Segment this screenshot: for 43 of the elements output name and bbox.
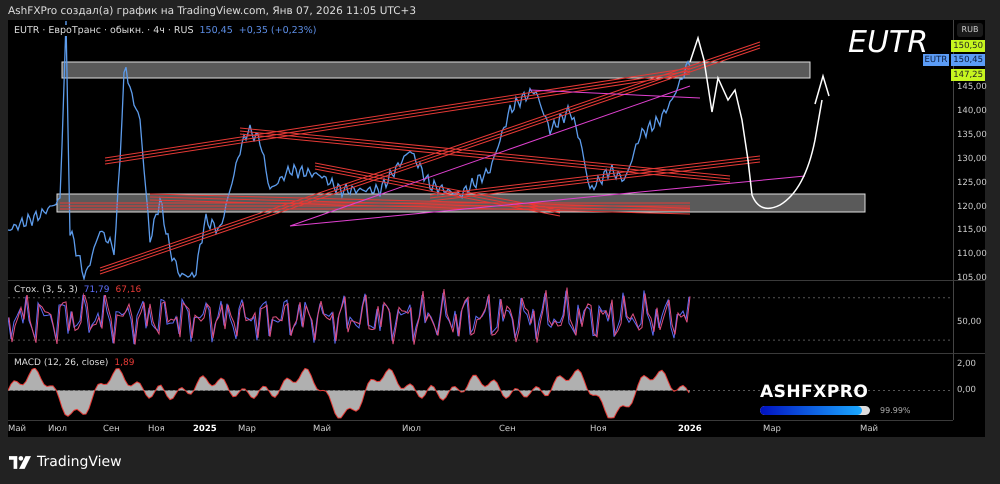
time-label: Мар	[763, 424, 781, 434]
last-price-label: 150,45	[951, 54, 985, 66]
price-level-label: 147,25	[951, 69, 985, 81]
price-tick: 120,00	[957, 202, 987, 212]
indicator-label: MACD (12, 26, close)	[14, 358, 108, 368]
price-tick: 145,00	[957, 82, 987, 92]
price-value: 150,45	[200, 25, 233, 36]
indicator-value: 67,16	[116, 285, 142, 295]
time-label: Сен	[103, 424, 120, 434]
logo-icon	[9, 456, 31, 468]
time-label: Июл	[48, 424, 67, 434]
symbol-description: EUTR · ЕвроТранс · обыкн. · 4ч · RUS	[14, 25, 194, 36]
price-tick: 115,00	[957, 225, 987, 236]
price-tick: 125,00	[957, 178, 987, 188]
price-tick: 140,00	[957, 106, 987, 116]
currency-button[interactable]: RUB	[957, 23, 983, 37]
indicator-tick: 50,00	[957, 317, 982, 327]
price-tick: 135,00	[957, 130, 987, 140]
indicator-label: Стох. (3, 5, 3)	[14, 285, 78, 295]
indicator-tick: 2,00	[957, 359, 976, 369]
indicator-value: 71,79	[84, 285, 110, 295]
price-change: +0,35 (+0,23%)	[238, 25, 316, 36]
time-label: Сен	[499, 424, 516, 434]
price-tick: 110,00	[957, 249, 987, 260]
time-label: Мар	[238, 424, 256, 434]
indicator-tick: 0,00	[957, 385, 976, 395]
time-label: Июл	[402, 424, 421, 434]
logo-text: TradingView	[37, 454, 122, 470]
time-label: 2026	[678, 424, 702, 434]
time-label: Ноя	[590, 424, 607, 434]
price-level-label: 150,50	[951, 40, 985, 52]
symbol-tag: EUTR	[922, 54, 950, 66]
time-label: Май	[860, 424, 878, 434]
price-tick: 105,00	[957, 273, 987, 284]
indicator-value: 1,89	[114, 358, 134, 368]
progress-reading: 99.99%	[880, 406, 911, 415]
chart-caption: AshFXPro создал(а) график на TradingView.com, Янв 07, 2026 11:05 UTC+3	[7, 4, 418, 19]
time-label: 2025	[193, 424, 217, 434]
brand-logo: ASHFXPRO	[760, 382, 870, 402]
price-tick: 130,00	[957, 154, 987, 164]
time-label: Май	[313, 424, 332, 434]
time-label: Май	[8, 424, 26, 434]
time-label: Ноя	[148, 424, 165, 434]
